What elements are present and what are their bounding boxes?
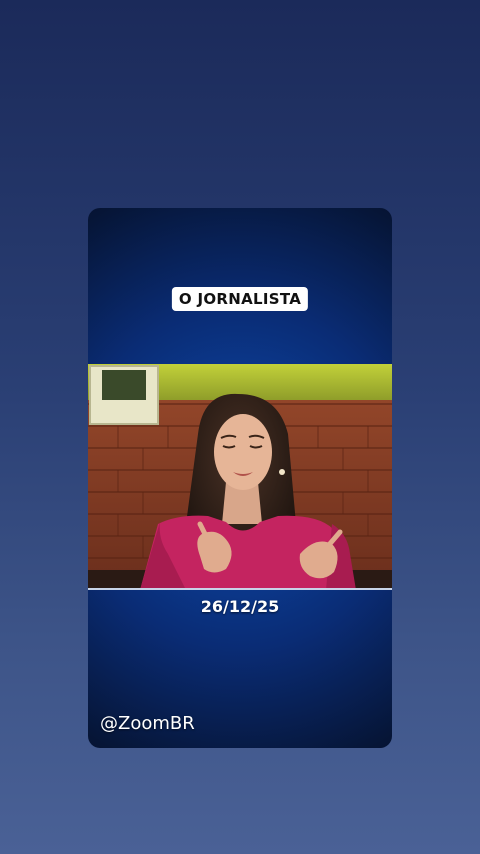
title-badge: O JORNALISTA [171,287,309,311]
date-label: 26/12/25 [200,597,280,616]
post-card[interactable]: O JORNALISTA 26/12/25 @ZoomBR [88,208,392,748]
channel-handle[interactable]: @ZoomBR [100,713,195,734]
video-frame[interactable] [88,364,392,590]
video-still-image [88,364,392,590]
